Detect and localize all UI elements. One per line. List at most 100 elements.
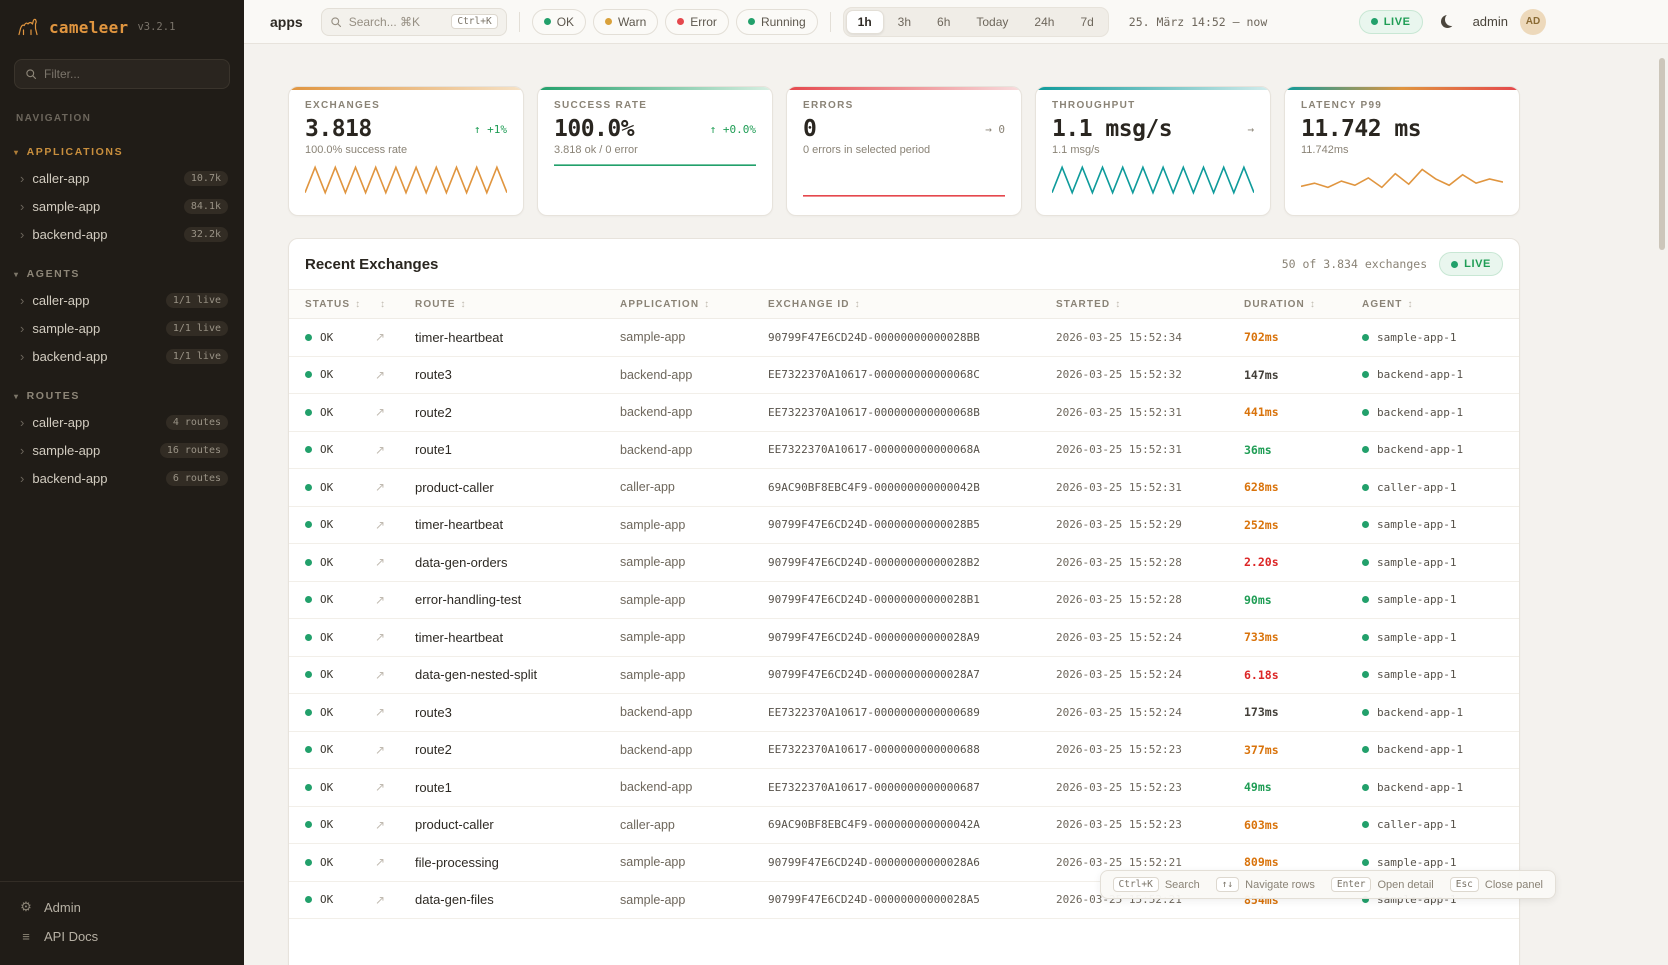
theme-toggle-button[interactable] [1435,9,1461,35]
table-column-header[interactable]: EXCHANGE ID ↕ [768,299,1056,310]
filter-input[interactable] [44,67,219,81]
table-row[interactable]: OK ↗ data-gen-nested-split sample-app 90… [289,657,1519,695]
table-column-header[interactable]: AGENT ↕ [1362,299,1503,310]
search-icon [330,16,342,28]
live-badge[interactable]: LIVE [1359,10,1423,34]
time-range-button[interactable]: Today [964,10,1020,34]
table-column-header[interactable]: ↕ [375,299,415,310]
started-cell: 2026-03-25 15:52:23 [1056,818,1244,831]
sidebar-item[interactable]: › backend-app 6 routes [0,464,244,492]
open-detail-icon[interactable]: ↗ [375,593,415,607]
table-row[interactable]: OK ↗ route2 backend-app EE7322370A10617-… [289,732,1519,770]
table-row[interactable]: OK ↗ route1 backend-app EE7322370A10617-… [289,769,1519,807]
sidebar-footer-item[interactable]: ≡ API Docs [0,922,244,951]
application-cell: backend-app [620,780,768,794]
table-column-header[interactable]: STATUS ↕ [305,299,375,310]
table-row[interactable]: OK ↗ timer-heartbeat sample-app 90799F47… [289,319,1519,357]
status-label: OK [320,631,333,644]
duration-cell: 733ms [1244,630,1362,644]
table-row[interactable]: OK ↗ product-caller caller-app 69AC90BF8… [289,469,1519,507]
global-search[interactable]: Search... ⌘K Ctrl+K [321,8,507,36]
chip-label: OK [557,15,574,29]
status-dot-icon [544,18,551,25]
exchange-id-cell: EE7322370A10617-0000000000000689 [768,706,1056,719]
status-filter-chip[interactable]: Warn [593,9,658,35]
status-label: OK [320,743,333,756]
table-row[interactable]: OK ↗ route3 backend-app EE7322370A10617-… [289,357,1519,395]
app-logo[interactable]: cameleer v3.2.1 [0,0,244,49]
duration-cell: 2.20s [1244,555,1362,569]
sidebar-item[interactable]: › caller-app 10.7k [0,164,244,192]
table-row[interactable]: OK ↗ timer-heartbeat sample-app 90799F47… [289,619,1519,657]
duration-cell: 628ms [1244,480,1362,494]
time-range-button[interactable]: 6h [925,10,962,34]
table-row[interactable]: OK ↗ route1 backend-app EE7322370A10617-… [289,432,1519,470]
sidebar-section-header[interactable]: ▾ APPLICATIONS [0,142,244,164]
chevron-right-icon: › [20,444,24,457]
sidebar-item[interactable]: › sample-app 1/1 live [0,314,244,342]
table-row[interactable]: OK ↗ route3 backend-app EE7322370A10617-… [289,694,1519,732]
live-dot-icon [1371,18,1378,25]
sidebar-item[interactable]: › backend-app 1/1 live [0,342,244,370]
footer-item-icon: ⚙ [18,899,34,915]
time-range-button[interactable]: 24h [1022,10,1066,34]
sidebar-item[interactable]: › backend-app 32.2k [0,220,244,248]
open-detail-icon[interactable]: ↗ [375,555,415,569]
sidebar-footer-item[interactable]: ⚙ Admin [0,892,244,922]
table-live-badge[interactable]: LIVE [1439,252,1503,276]
open-detail-icon[interactable]: ↗ [375,330,415,344]
sidebar-section-header[interactable]: ▾ AGENTS [0,264,244,286]
open-detail-icon[interactable]: ↗ [375,893,415,907]
sparkline-chart [305,161,507,199]
open-detail-icon[interactable]: ↗ [375,368,415,382]
sidebar-item[interactable]: › sample-app 16 routes [0,436,244,464]
avatar[interactable]: AD [1520,9,1546,35]
stat-card[interactable]: ERRORS 0 → 0 0 errors in selected period [786,86,1022,216]
open-detail-icon[interactable]: ↗ [375,743,415,757]
started-cell: 2026-03-25 15:52:31 [1056,406,1244,419]
table-row[interactable]: OK ↗ route2 backend-app EE7322370A10617-… [289,394,1519,432]
stat-card-value: 1.1 msg/s [1052,116,1172,142]
stat-card[interactable]: SUCCESS RATE 100.0% ↑ +0.0% 3.818 ok / 0… [537,86,773,216]
table-column-header[interactable]: APPLICATION ↕ [620,299,768,310]
table-row[interactable]: OK ↗ product-caller caller-app 69AC90BF8… [289,807,1519,845]
status-filter-chip[interactable]: OK [532,9,586,35]
sidebar-item-badge: 10.7k [184,171,228,186]
scrollbar-thumb[interactable] [1659,58,1665,250]
stat-card[interactable]: LATENCY P99 11.742 ms 11.742ms [1284,86,1520,216]
table-row[interactable]: OK ↗ data-gen-orders sample-app 90799F47… [289,544,1519,582]
open-detail-icon[interactable]: ↗ [375,818,415,832]
open-detail-icon[interactable]: ↗ [375,705,415,719]
open-detail-icon[interactable]: ↗ [375,518,415,532]
status-filter-chip[interactable]: Error [665,9,729,35]
exchange-id-cell: EE7322370A10617-0000000000000688 [768,743,1056,756]
open-detail-icon[interactable]: ↗ [375,668,415,682]
open-detail-icon[interactable]: ↗ [375,855,415,869]
sidebar-item[interactable]: › sample-app 84.1k [0,192,244,220]
table-row[interactable]: OK ↗ timer-heartbeat sample-app 90799F47… [289,507,1519,545]
stat-card[interactable]: EXCHANGES 3.818 ↑ +1% 100.0% success rat… [288,86,524,216]
chevron-right-icon: › [20,172,24,185]
route-cell: timer-heartbeat [415,330,620,345]
open-detail-icon[interactable]: ↗ [375,780,415,794]
table-row[interactable]: OK ↗ error-handling-test sample-app 9079… [289,582,1519,620]
open-detail-icon[interactable]: ↗ [375,443,415,457]
sidebar-section-header[interactable]: ▾ ROUTES [0,386,244,408]
open-detail-icon[interactable]: ↗ [375,405,415,419]
time-range-button[interactable]: 7d [1068,10,1105,34]
open-detail-icon[interactable]: ↗ [375,480,415,494]
sidebar-item[interactable]: › caller-app 1/1 live [0,286,244,314]
stat-cards-row: EXCHANGES 3.818 ↑ +1% 100.0% success rat… [288,86,1520,216]
table-column-header[interactable]: DURATION ↕ [1244,299,1362,310]
table-column-header[interactable]: ROUTE ↕ [415,299,620,310]
stat-card-trend: ↑ +1% [474,123,507,136]
stat-card[interactable]: THROUGHPUT 1.1 msg/s → 1.1 msg/s [1035,86,1271,216]
exchange-id-cell: 90799F47E6CD24D-00000000000028B5 [768,518,1056,531]
footer-item-icon: ≡ [18,929,34,944]
sidebar-item[interactable]: › caller-app 4 routes [0,408,244,436]
status-filter-chip[interactable]: Running [736,9,818,35]
open-detail-icon[interactable]: ↗ [375,630,415,644]
table-column-header[interactable]: STARTED ↕ [1056,299,1244,310]
time-range-button[interactable]: 3h [886,10,923,34]
time-range-button[interactable]: 1h [846,10,884,34]
